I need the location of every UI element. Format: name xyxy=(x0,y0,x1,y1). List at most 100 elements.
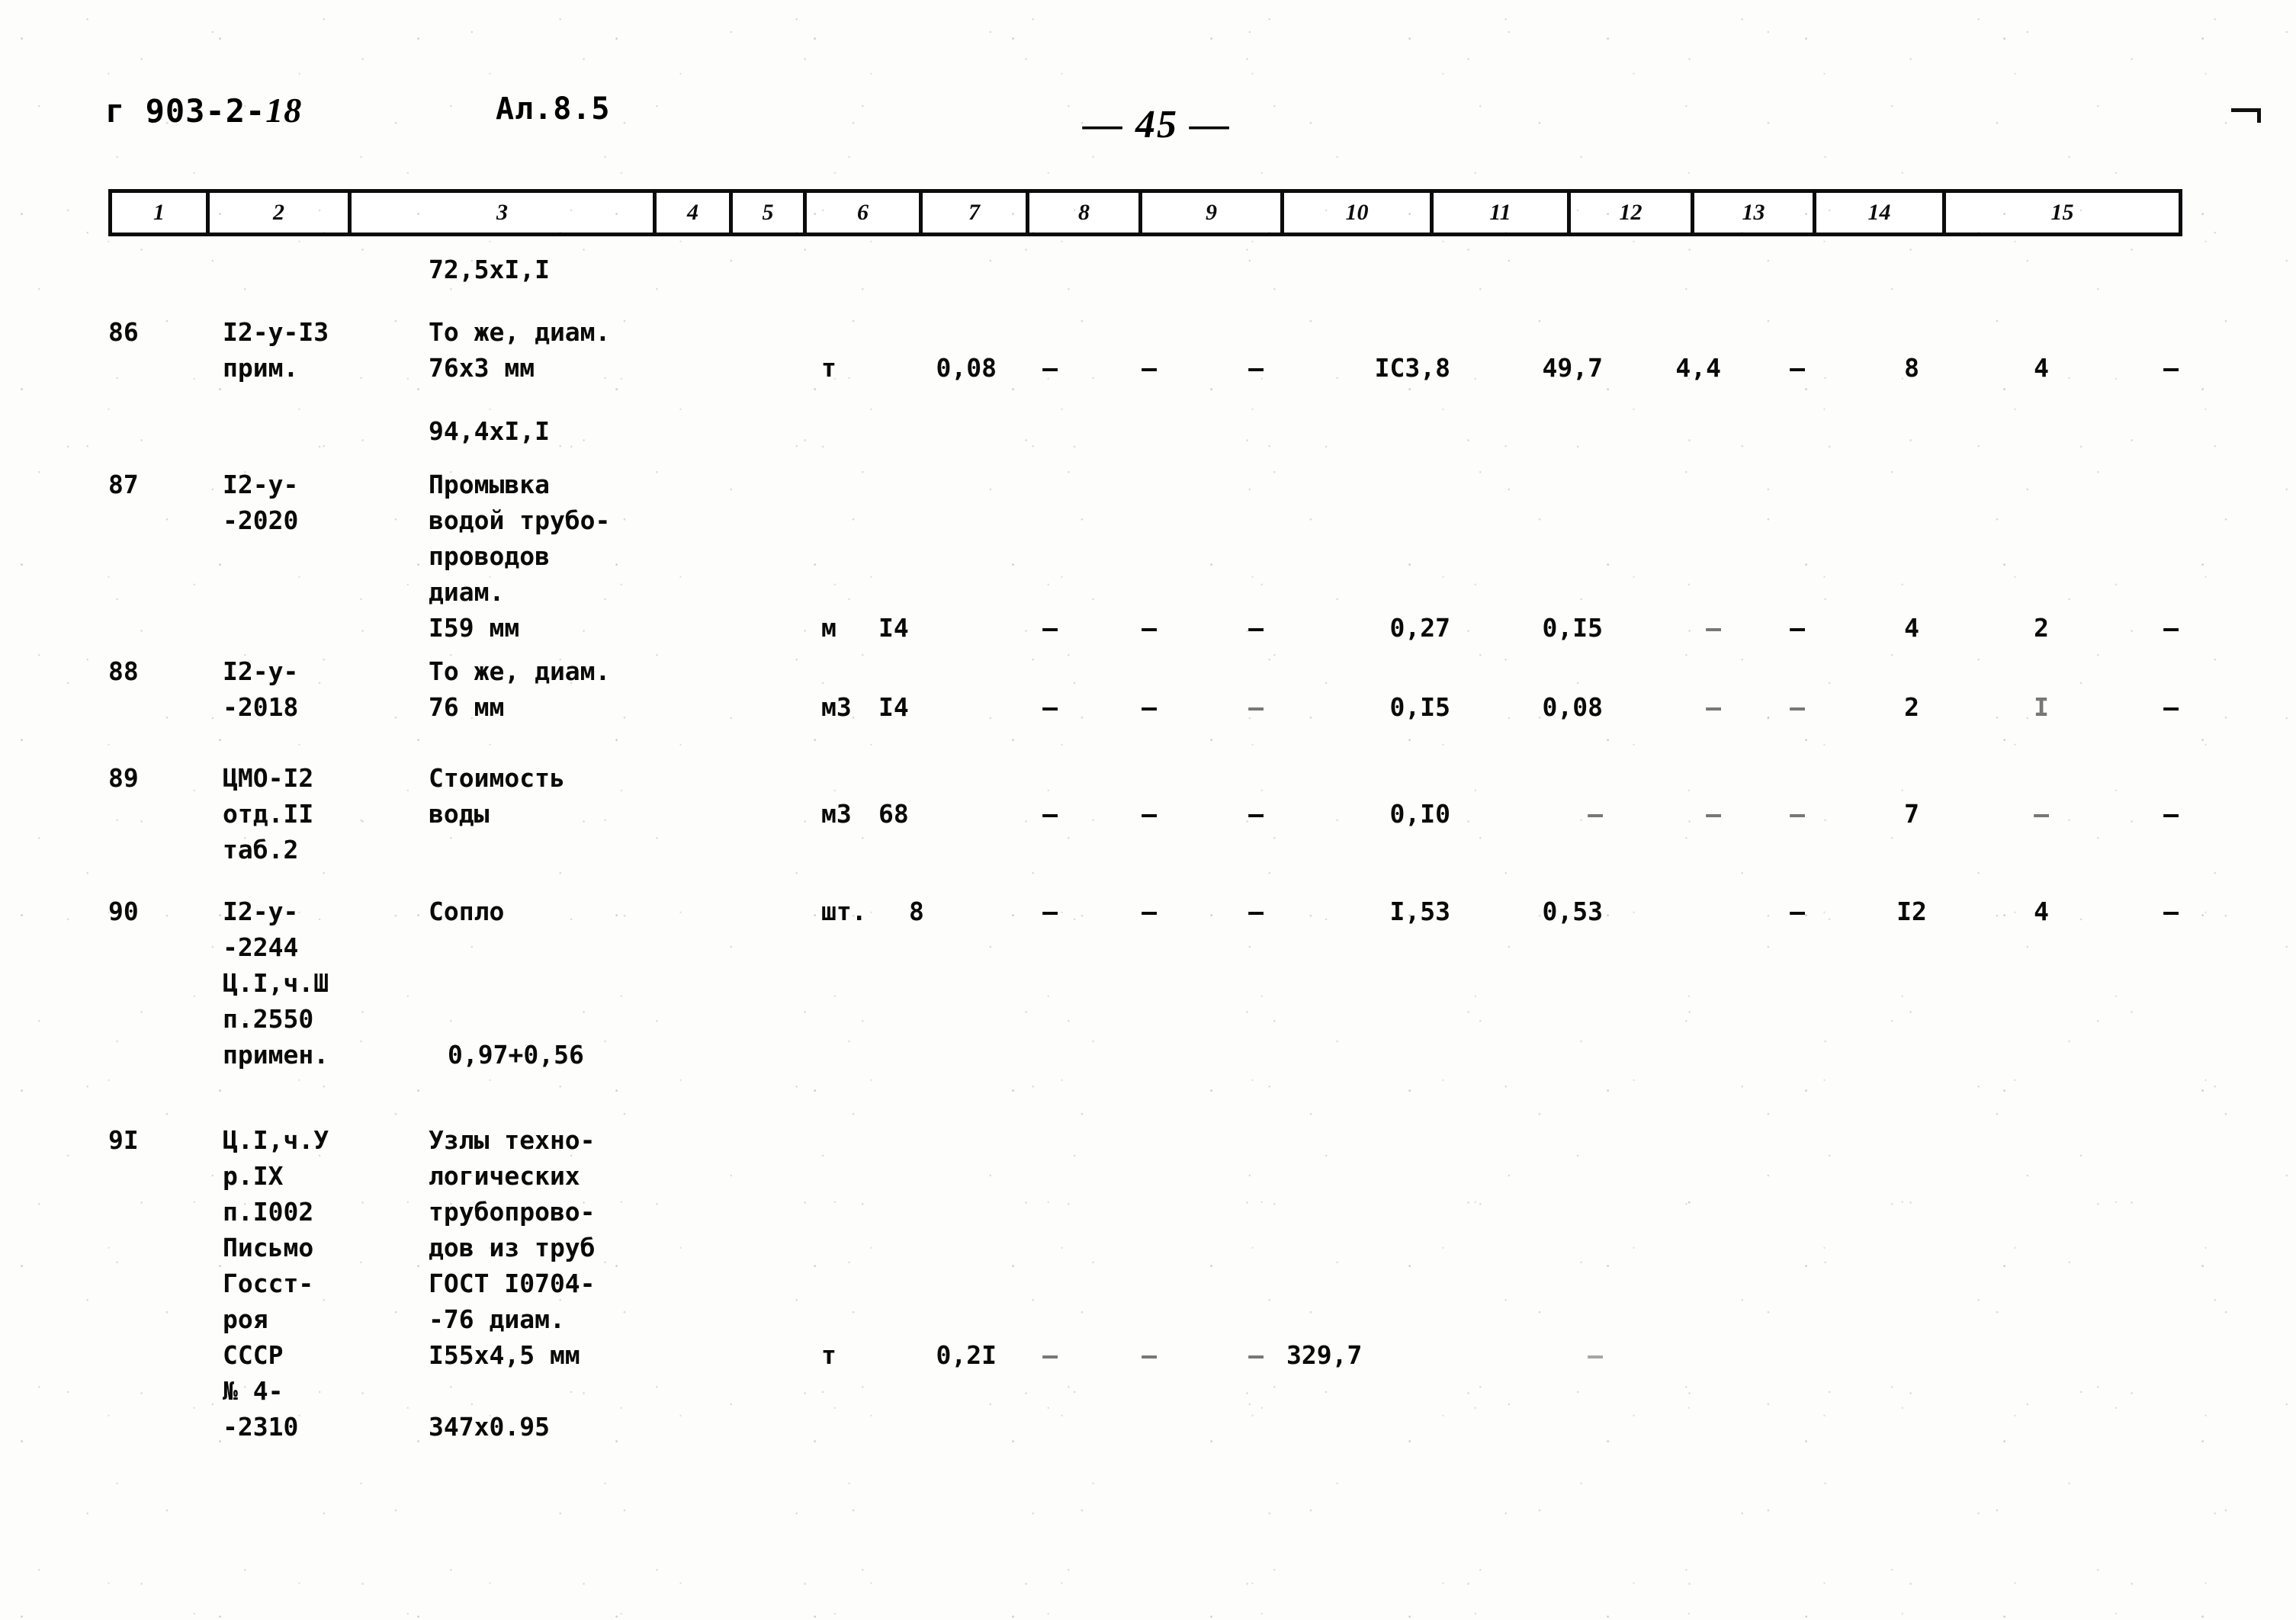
row-col14: I xyxy=(2034,692,2049,722)
row-col6: – xyxy=(1042,897,1058,926)
column-number-1: 1 xyxy=(112,193,210,233)
row-col13: 4 xyxy=(1904,613,1919,643)
table-row: 86 I2-у-I3 прим. То же, диам. 76х3 мм т … xyxy=(108,297,2213,413)
column-number-13: 13 xyxy=(1694,193,1816,233)
row-unit: т xyxy=(821,1340,837,1370)
row-col10: 0,I5 xyxy=(1542,613,1603,643)
row-col12: – xyxy=(1790,692,1805,722)
row-col9: IC3,8 xyxy=(1374,353,1450,383)
column-number-6: 6 xyxy=(807,193,923,233)
note-row90: 0,97+0,56 xyxy=(448,1040,584,1070)
row-name: Промывка водой трубо- проводов диам. I59… xyxy=(429,470,611,643)
row-col8: – xyxy=(1248,692,1264,722)
note-row-above-86: 72,5хI,I xyxy=(108,252,2213,297)
document-code-handwritten: 18 xyxy=(265,91,303,130)
row-col13: I2 xyxy=(1896,897,1927,926)
row-code: I2-у- -2244 Ц.I,ч.Ш п.2550 примен. xyxy=(223,897,329,1070)
row-name: То же, диам. 76 мм xyxy=(429,656,611,722)
row-col8: – xyxy=(1248,353,1264,383)
scanned-page: г 903-2-18 Ал.8.5 — 45 — 1 2 3 4 5 6 7 8… xyxy=(0,0,2296,1620)
table-row: 90 I2-у- -2244 Ц.I,ч.Ш п.2550 примен. Со… xyxy=(108,893,2213,1122)
document-code: г 903-2-18 xyxy=(105,90,302,130)
table-row: 88 I2-у- -2018 То же, диам. 76 мм м3 I4 … xyxy=(108,653,2213,760)
row-number: 87 xyxy=(108,470,139,499)
column-number-2: 2 xyxy=(210,193,352,233)
row-col8: – xyxy=(1248,799,1264,829)
row-name: Стоимость воды xyxy=(429,763,565,829)
column-number-3: 3 xyxy=(352,193,657,233)
row-col13: 2 xyxy=(1904,692,1919,722)
row-unit: т xyxy=(821,353,837,383)
row-col6: – xyxy=(1042,353,1058,383)
row-col5: 0,2I xyxy=(936,1340,997,1370)
row-col9: 0,I0 xyxy=(1389,799,1450,829)
row-col6: – xyxy=(1042,692,1058,722)
row-col11: – xyxy=(1706,692,1721,722)
row-col15: – xyxy=(2163,613,2179,643)
row-col6: – xyxy=(1042,613,1058,643)
row-number: 88 xyxy=(108,656,139,686)
column-number-4: 4 xyxy=(657,193,733,233)
row-number: 89 xyxy=(108,763,139,793)
row-unit: шт. xyxy=(821,897,867,926)
row-col12: – xyxy=(1790,613,1805,643)
row-col12: – xyxy=(1790,799,1805,829)
note-row-below-86: 94,4хI,I xyxy=(108,413,2213,467)
row-col6: – xyxy=(1042,1340,1058,1370)
row-col15: – xyxy=(2163,799,2179,829)
column-number-8: 8 xyxy=(1029,193,1142,233)
row-col10: – xyxy=(1588,1340,1603,1370)
row-col7: – xyxy=(1142,353,1157,383)
row-col7: – xyxy=(1142,799,1157,829)
row-col9: 0,27 xyxy=(1389,613,1450,643)
row-col8: – xyxy=(1248,613,1264,643)
row-col8: – xyxy=(1248,897,1264,926)
column-number-14: 14 xyxy=(1816,193,1946,233)
estimate-table: 72,5хI,I 86 I2-у-I3 прим. То же, диам. 7… xyxy=(108,252,2213,1458)
row-number: 90 xyxy=(108,897,139,926)
note-dimension-below-86: 94,4хI,I xyxy=(429,416,550,446)
row-col14: 4 xyxy=(2034,353,2049,383)
row-col14: – xyxy=(2034,799,2049,829)
column-number-12: 12 xyxy=(1571,193,1694,233)
column-number-10: 10 xyxy=(1284,193,1434,233)
row-number: 9I xyxy=(108,1125,139,1155)
column-number-15: 15 xyxy=(2050,200,2074,225)
row-col7: – xyxy=(1142,613,1157,643)
note-dimension-above-86: 72,5хI,I xyxy=(429,255,550,284)
row-col10: 0,53 xyxy=(1542,897,1603,926)
row-col11: 4,4 xyxy=(1675,353,1721,383)
row-col11: – xyxy=(1706,799,1721,829)
note-row91: 347х0.95 xyxy=(429,1412,550,1442)
row-col14: 2 xyxy=(2034,613,2049,643)
row-col5: I4 xyxy=(878,613,909,643)
row-col13: 8 xyxy=(1904,353,1919,383)
row-name: То же, диам. 76х3 мм xyxy=(429,317,611,383)
column-number-9: 9 xyxy=(1142,193,1284,233)
row-col10: 49,7 xyxy=(1542,353,1603,383)
column-number-5: 5 xyxy=(733,193,807,233)
page-number: — 45 — xyxy=(1083,103,1231,146)
row-col15: – xyxy=(2163,692,2179,722)
row-col7: – xyxy=(1142,692,1157,722)
row-col14: 4 xyxy=(2034,897,2049,926)
row-code: I2-у- -2018 xyxy=(223,656,299,722)
row-col13: 7 xyxy=(1904,799,1919,829)
row-col7: – xyxy=(1142,1340,1157,1370)
row-number: 86 xyxy=(108,317,139,347)
row-col5: 8 xyxy=(909,897,924,926)
row-col10: – xyxy=(1588,799,1603,829)
row-code: I2-у- -2020 xyxy=(223,470,299,535)
row-col9: I,53 xyxy=(1389,897,1450,926)
document-code-prefix: г 903-2- xyxy=(105,92,266,130)
row-col9: 329,7 xyxy=(1286,1340,1363,1370)
row-col15: – xyxy=(2163,353,2179,383)
row-col10: 0,08 xyxy=(1542,692,1603,722)
row-col9: 0,I5 xyxy=(1389,692,1450,722)
album-reference: Ал.8.5 xyxy=(496,91,611,127)
table-row: 89 ЦМО-I2 отд.II таб.2 Стоимость воды м3… xyxy=(108,760,2213,893)
column-number-11: 11 xyxy=(1434,193,1571,233)
table-row: 87 I2-у- -2020 Промывка водой трубо- про… xyxy=(108,467,2213,653)
row-name: Сопло xyxy=(429,897,505,926)
row-col15: – xyxy=(2163,897,2179,926)
